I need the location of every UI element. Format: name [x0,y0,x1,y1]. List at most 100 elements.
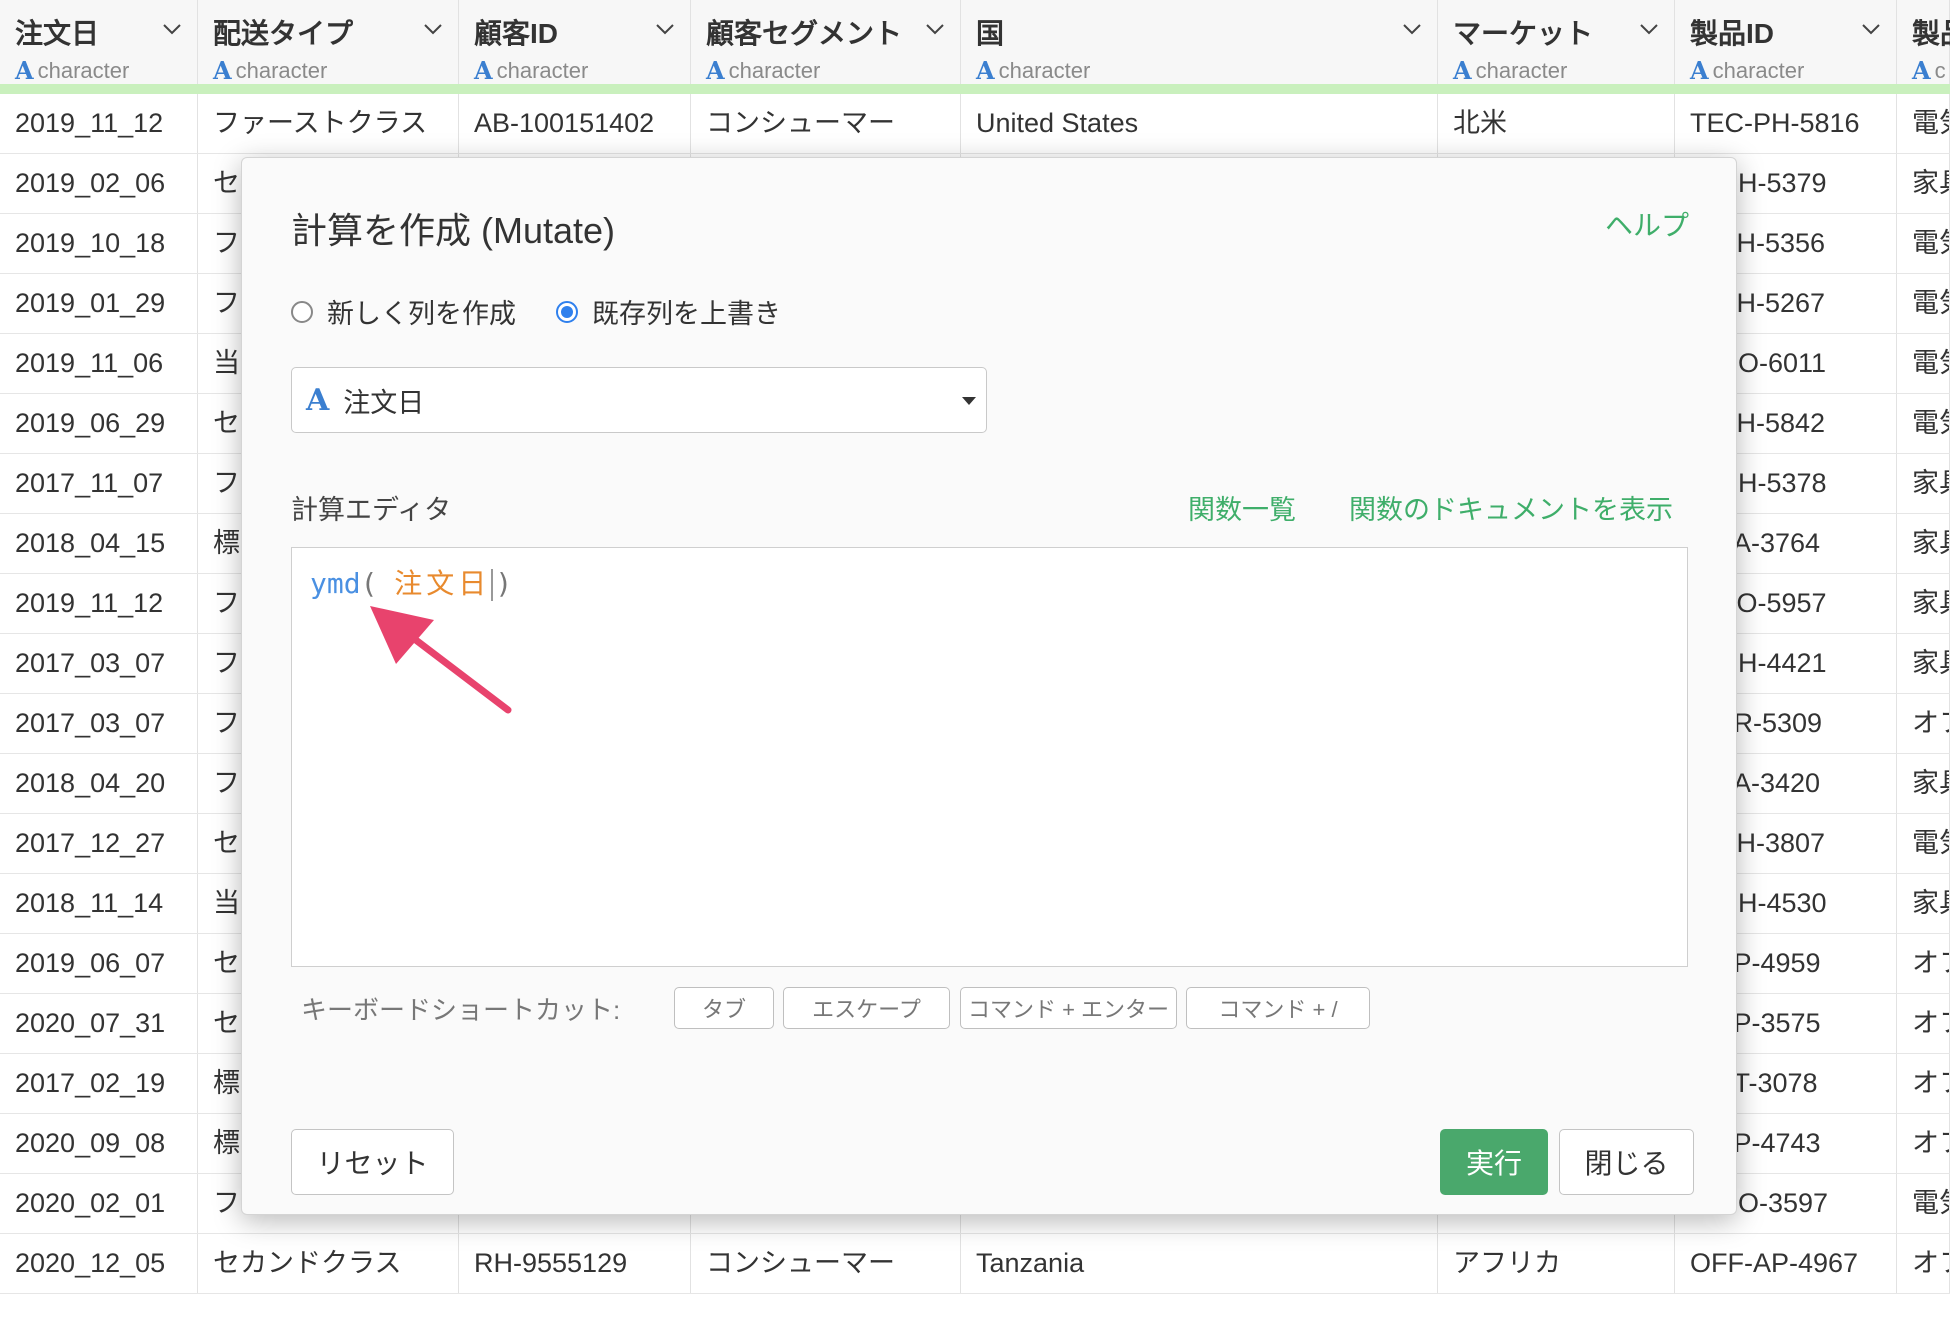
table-cell: アフリカ [1438,1234,1675,1293]
column-header[interactable]: 製品ID Acharacter [1675,0,1897,85]
shortcut-escape: エスケープ [783,987,950,1029]
table-cell: オフ [1897,1054,1950,1113]
character-type-icon: A [1453,56,1472,85]
chevron-down-icon[interactable] [161,18,183,40]
table-cell: 電気 [1897,214,1950,273]
table-cell: OFF-AP-4967 [1675,1234,1897,1293]
shortcut-label: キーボードショートカット: [301,995,621,1025]
table-cell: 2020_07_31 [0,994,198,1053]
column-type-label: character [728,57,821,83]
character-type-icon: A [213,56,232,85]
table-cell: 2018_04_20 [0,754,198,813]
table-cell: コンシューマー [691,1234,961,1293]
radio-overwrite-column[interactable] [556,300,578,323]
table-cell: オフ [1897,1114,1950,1173]
shortcut-tab: タブ [674,987,774,1029]
character-type-icon: A [15,56,34,85]
table-cell: 北米 [1438,94,1675,153]
table-cell: オフ [1897,994,1950,1053]
table-cell: 家具 [1897,634,1950,693]
dialog-title: 計算を作成 (Mutate) [291,210,616,251]
table-header: 注文日 Acharacter 配送タイプ Acharacter 顧客ID Acharact… [0,0,1950,94]
chevron-down-icon[interactable] [924,18,946,40]
caret-down-icon [962,397,976,405]
table-cell: 2019_02_06 [0,154,198,213]
character-type-icon: A [1912,56,1931,85]
column-name: 国 [976,18,1005,49]
table-cell: 2020_09_08 [0,1114,198,1173]
column-type-label: character [235,57,328,83]
character-type-icon: A [1690,56,1709,85]
table-cell: 電気 [1897,1174,1950,1233]
table-cell: 2020_12_05 [0,1234,198,1293]
column-header[interactable]: 注文日 Acharacter [0,0,198,85]
column-type-label: character [1475,57,1568,83]
column-type: Acharacter [1690,56,1896,85]
table-cell: United States [961,94,1438,153]
table-cell: 電気 [1897,94,1950,153]
column-select[interactable]: A 注文日 [291,367,987,433]
column-type-label: character [998,57,1091,83]
table-cell: 2019_06_29 [0,394,198,453]
table-cell: 家具 [1897,154,1950,213]
table-cell: 2018_11_14 [0,874,198,933]
reset-button[interactable]: リセット [291,1129,454,1195]
close-button[interactable]: 閉じる [1559,1129,1694,1195]
column-name: 製品 [1912,18,1950,49]
table-cell: オフ [1897,1234,1950,1293]
table-cell: オフ [1897,694,1950,753]
column-type-label: c [1934,57,1946,83]
table-cell: 電気 [1897,274,1950,333]
table-cell: 2018_04_15 [0,514,198,573]
column-header[interactable]: 配送タイプ Acharacter [198,0,459,85]
column-header[interactable]: マーケット Acharacter [1438,0,1675,85]
column-header[interactable]: 製品 Ac [1897,0,1950,85]
column-select-value: 注文日 [343,387,425,418]
table-cell: 2019_01_29 [0,274,198,333]
chevron-down-icon[interactable] [1401,18,1423,40]
table-cell: 2019_11_12 [0,574,198,633]
chevron-down-icon[interactable] [1860,18,1882,40]
radio-new-column-label[interactable]: 新しく列を作成 [327,292,516,331]
table-cell: 家具 [1897,454,1950,513]
table-cell: 家具 [1897,574,1950,633]
shortcut-cmd-slash: コマンド + / [1186,987,1370,1029]
table-cell: TEC-PH-5816 [1675,94,1897,153]
column-type-label: character [37,57,130,83]
table-cell: 2020_02_01 [0,1174,198,1233]
column-type: Acharacter [474,56,690,85]
table-cell: 2019_11_12 [0,94,198,153]
table-cell: コンシューマー [691,94,961,153]
radio-new-column[interactable] [291,300,313,323]
radio-overwrite-column-label[interactable]: 既存列を上書き [592,292,781,331]
function-list-link[interactable]: 関数一覧 [1188,488,1296,527]
table-cell: 2017_03_07 [0,694,198,753]
chevron-down-icon[interactable] [422,18,444,40]
help-link[interactable]: ヘルプ [1605,204,1689,244]
run-button[interactable]: 実行 [1440,1129,1548,1195]
table-cell: 2017_02_19 [0,1054,198,1113]
column-type: Acharacter [706,56,960,85]
character-type-icon: A [306,382,330,418]
table-cell: 家具 [1897,874,1950,933]
table-cell: 2017_11_07 [0,454,198,513]
chevron-down-icon[interactable] [1638,18,1660,40]
editor-label: 計算エディタ [291,495,452,525]
column-header[interactable]: 顧客ID Acharacter [459,0,691,85]
column-header[interactable]: 顧客セグメント Acharacter [691,0,961,85]
table-cell: 2019_11_06 [0,334,198,393]
column-type: Acharacter [976,56,1437,85]
table-cell: Tanzania [961,1234,1438,1293]
table-cell: 2019_10_18 [0,214,198,273]
shortcut-cmd-enter: コマンド + エンター [960,987,1177,1029]
character-type-icon: A [474,56,493,85]
code-function: ymd [310,567,361,600]
chevron-down-icon[interactable] [654,18,676,40]
table-row: 2020_12_05 セカンドクラス RH-9555129 コンシューマー Tanzan… [0,1234,1950,1294]
table-cell: 2017_12_27 [0,814,198,873]
table-cell: 2017_03_07 [0,634,198,693]
function-docs-link[interactable]: 関数のドキュメントを表示 [1349,488,1673,527]
column-header[interactable]: 国 Acharacter [961,0,1438,85]
table-cell: 家具 [1897,754,1950,813]
character-type-icon: A [706,56,725,85]
